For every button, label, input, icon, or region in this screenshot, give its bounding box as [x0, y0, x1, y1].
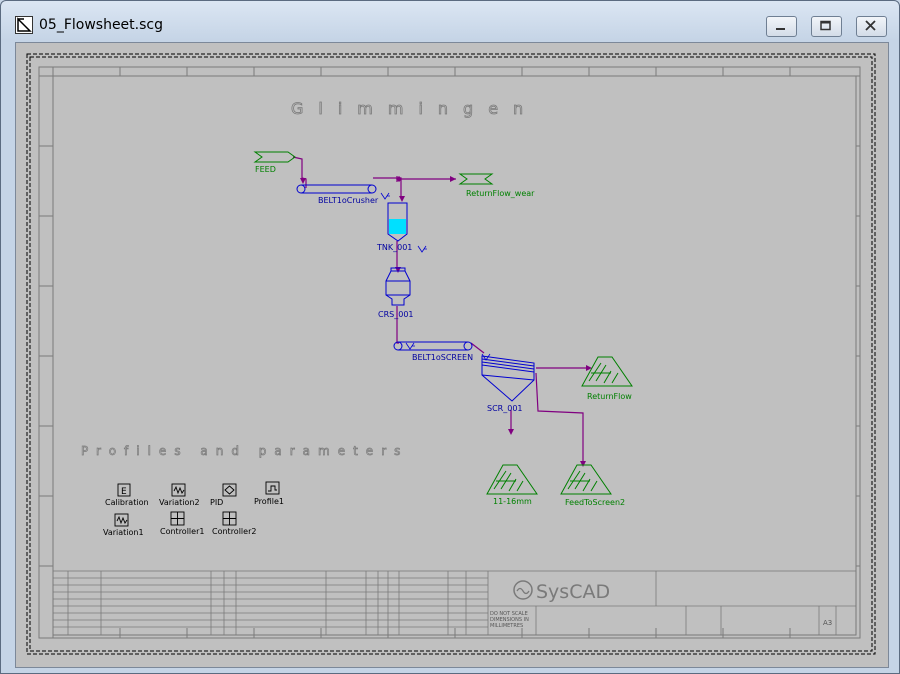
belt-to-screen[interactable]: BELT1oSCREEN: [393, 341, 473, 362]
stockpile-feedtoscreen2-icon: [560, 464, 612, 495]
calibration-label: Calibration: [105, 498, 149, 507]
stream-feed-to-belt: [292, 156, 307, 188]
pid-label: PID: [210, 498, 223, 507]
sheet-heading: Glimmingen: [291, 99, 538, 118]
flowsheet-drawing[interactable]: Glimmingen Profiles and parameters FEED …: [16, 43, 888, 667]
controller2-block[interactable]: Controller2: [212, 511, 256, 536]
stockpile-returnflow-icon: [581, 356, 633, 387]
feedtoscreen2-label: FeedToScreen2: [565, 498, 625, 507]
return-wear-arrow-icon: [458, 173, 494, 185]
tank-label: TNK_001: [376, 243, 412, 252]
stockpile-feedtoscreen2[interactable]: FeedToScreen2: [560, 464, 625, 507]
variation2-block[interactable]: Variation2: [159, 483, 200, 507]
feed-arrow-icon: [253, 151, 296, 163]
stream-arrows: [300, 176, 592, 467]
belt-pulley-right-icon: [367, 184, 377, 194]
belt-to-screen-label: BELT1oSCREEN: [412, 353, 473, 362]
tb-millimetres: MILLIMETRES: [490, 623, 523, 629]
tank-fill: [389, 219, 406, 234]
controller2-label: Controller2: [212, 527, 256, 536]
tb-sheet-size: A3: [823, 619, 832, 627]
minimize-button[interactable]: [766, 16, 797, 37]
flowsheet-canvas[interactable]: Glimmingen Profiles and parameters FEED …: [15, 42, 889, 668]
calibration-block[interactable]: E Calibration: [105, 483, 149, 507]
stockpile-11-16mm-icon: [486, 464, 538, 495]
variation1-block[interactable]: Variation1: [103, 513, 144, 537]
variation2-label: Variation2: [159, 498, 200, 507]
syscad-app-icon[interactable]: [15, 16, 33, 34]
stockpile-11-16mm[interactable]: 11-16mm: [486, 464, 538, 506]
close-icon: [865, 20, 876, 31]
window-title: 05_Flowsheet.scg: [39, 17, 163, 33]
section-title: Profiles and parameters: [81, 444, 408, 458]
screen-label: SCR_001: [487, 404, 523, 413]
title-bar[interactable]: 05_Flowsheet.scg: [1, 1, 899, 41]
close-button[interactable]: [856, 16, 887, 37]
tank-tnk001[interactable]: TNK_001: [376, 202, 427, 253]
belt-pulley-left-icon: [296, 184, 306, 194]
return-wear-source[interactable]: ReturnFlow_wear: [458, 173, 535, 198]
crusher-icon: [385, 267, 411, 306]
feed-source[interactable]: FEED: [253, 151, 296, 174]
belt-to-crusher-label: BELT1oCrusher: [318, 196, 379, 205]
variation2-icon: [171, 483, 186, 497]
controller1-label: Controller1: [160, 527, 204, 536]
title-block: [52, 570, 857, 636]
maximize-button[interactable]: [811, 16, 842, 37]
belt-to-crusher[interactable]: BELT1oCrusher: [296, 184, 390, 205]
feed-label: FEED: [255, 165, 276, 174]
minimize-icon: [776, 28, 785, 30]
screen-scr001[interactable]: SCR_001: [481, 353, 535, 413]
controller1-block[interactable]: Controller1: [160, 511, 204, 536]
crusher-label: CRS_001: [378, 310, 414, 319]
returnflow-label: ReturnFlow: [587, 392, 632, 401]
calibration-icon-glyph: E: [121, 487, 127, 497]
stream-screen-to-feedscreen2: [535, 372, 584, 463]
parameter-blocks: E Calibration Variation2 PID Profile1 Va…: [103, 481, 284, 537]
syscad-logo-text: SysCAD: [536, 581, 610, 603]
variation1-label: Variation1: [103, 528, 144, 537]
stream-belt-to-screen: [470, 342, 485, 354]
window: 05_Flowsheet.scg Glimmingen Profiles and…: [0, 0, 900, 674]
return-wear-label: ReturnFlow_wear: [466, 189, 535, 198]
syscad-logo: SysCAD: [513, 580, 610, 603]
crusher-crs001[interactable]: CRS_001: [378, 267, 414, 319]
belt-screen-pulley-right-icon: [463, 341, 473, 351]
stockpile-returnflow[interactable]: ReturnFlow: [581, 356, 633, 401]
profile1-block[interactable]: Profile1: [254, 481, 284, 506]
profile1-label: Profile1: [254, 497, 284, 506]
maximize-icon: [820, 20, 831, 31]
variation1-icon: [114, 513, 129, 527]
product-11-16-label: 11-16mm: [493, 497, 532, 506]
profile1-icon: [265, 481, 280, 495]
pid-block[interactable]: PID: [210, 483, 237, 507]
